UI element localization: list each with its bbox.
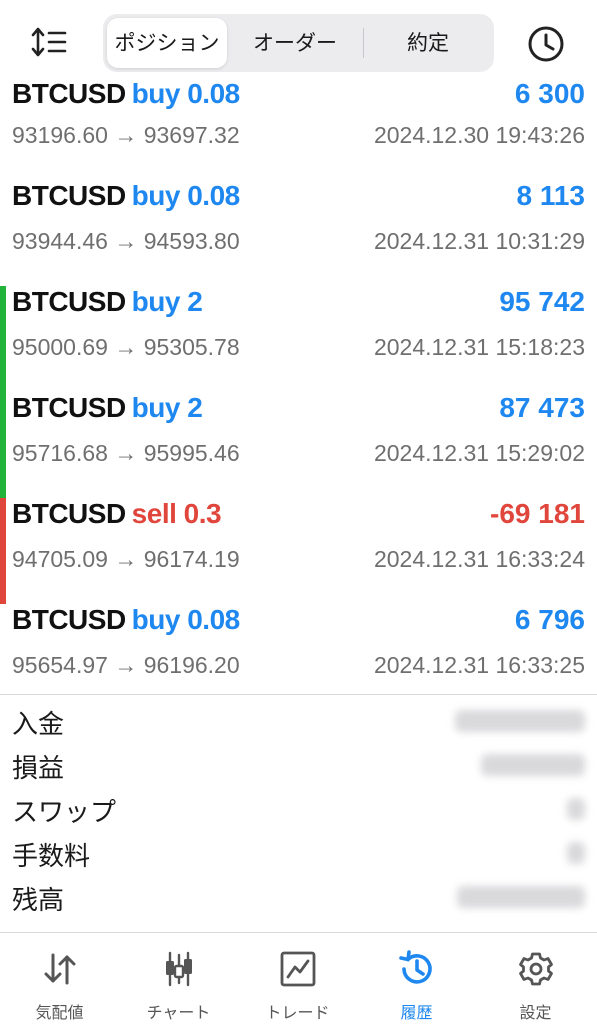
nav-label: チャート [146,1003,211,1022]
tab-divider [363,28,364,58]
redacted-value [567,842,585,864]
symbol: BTCUSD [12,392,126,423]
trade-title: BTCUSD buy 0.08 [12,78,240,110]
summary-label: 入金 [12,710,65,740]
trade-profit: 95 742 [499,286,585,317]
trade-prices: 95654.97 → 96196.20 [12,652,240,678]
trade-profit: -69 181 [490,498,585,529]
nav-label: 気配値 [35,1003,84,1022]
symbol: BTCUSD [12,604,126,635]
trade-prices: 95716.68 → 95995.46 [12,440,240,466]
trade-direction: sell 0.3 [131,498,222,529]
account-summary: 入金 損益 スワップ 手数料 残高 [0,700,597,920]
redacted-value [481,754,585,776]
trade-direction: buy 0.08 [131,180,241,211]
trade-title: BTCUSD buy 0.08 [12,180,240,212]
summary-label: スワップ [12,798,117,828]
redacted-value [567,798,585,820]
nav-label: 設定 [519,1003,552,1022]
summary-row-commission: 手数料 [0,832,597,876]
trade-title: BTCUSD sell 0.3 [12,498,222,530]
redacted-value [455,710,585,732]
trade-profit: 6 796 [514,604,585,635]
trade-time: 2024.12.30 19:43:26 [373,122,585,148]
summary-row-deposit: 入金 [0,700,597,744]
trade-direction: buy 2 [131,392,203,423]
top-bar: ポジション オーダー 約定 [0,0,597,84]
trade-row[interactable]: BTCUSD buy 2 95 742 95000.69 → 95305.78 2… [0,286,597,392]
nav-quotes[interactable]: 気配値 [0,933,119,1025]
symbol: BTCUSD [12,180,126,211]
nav-settings[interactable]: 設定 [476,933,595,1025]
quotes-arrows-icon [40,949,80,989]
symbol: BTCUSD [12,78,126,109]
buy-indicator-bar [0,392,6,498]
gear-icon [516,949,556,989]
segmented-control: ポジション オーダー 約定 [103,14,494,72]
tab-deals[interactable]: 約定 [365,18,491,68]
symbol: BTCUSD [12,286,126,317]
summary-row-balance: 残高 [0,876,597,920]
summary-label: 損益 [12,754,65,784]
summary-label: 残高 [12,886,65,916]
trade-chart-icon [278,949,318,989]
trade-time: 2024.12.31 15:29:02 [373,440,585,466]
trade-profit: 8 113 [516,180,585,211]
summary-row-swap: スワップ [0,788,597,832]
history-icon [397,949,437,989]
trade-prices: 93196.60 → 93697.32 [12,122,240,148]
tab-positions[interactable]: ポジション [107,18,227,68]
nav-trade[interactable]: トレード [238,933,357,1025]
trade-profit: 6 300 [514,78,585,109]
nav-history[interactable]: 履歴 [357,933,476,1025]
buy-indicator-bar [0,286,6,392]
divider [0,694,597,695]
trade-time: 2024.12.31 16:33:25 [373,652,585,678]
sell-indicator-bar [0,498,6,604]
summary-row-profit: 損益 [0,744,597,788]
trade-direction: buy 0.08 [131,78,241,109]
trade-profit: 87 473 [499,392,585,423]
trade-row[interactable]: BTCUSD buy 0.08 8 113 93944.46 → 94593.80… [0,180,597,286]
candlestick-icon [159,949,199,989]
trade-direction: buy 2 [131,286,203,317]
tab-orders[interactable]: オーダー [231,18,359,68]
trade-title: BTCUSD buy 2 [12,286,203,318]
trade-direction: buy 0.08 [131,604,241,635]
trade-row[interactable]: BTCUSD sell 0.3 -69 181 94705.09 → 96174.… [0,498,597,604]
summary-label: 手数料 [12,842,91,872]
nav-label: 履歴 [400,1003,433,1022]
nav-label: トレード [265,1003,330,1022]
trade-prices: 93944.46 → 94593.80 [12,228,240,254]
trade-prices: 95000.69 → 95305.78 [12,334,240,360]
trade-time: 2024.12.31 10:31:29 [373,228,585,254]
sort-icon[interactable] [30,24,70,60]
symbol: BTCUSD [12,498,126,529]
trade-time: 2024.12.31 16:33:24 [373,546,585,572]
nav-chart[interactable]: チャート [119,933,238,1025]
redacted-value [457,886,585,908]
trade-time: 2024.12.31 15:18:23 [373,334,585,360]
trade-list: BTCUSD buy 0.08 6 300 93196.60 → 93697.32… [0,78,597,710]
trade-title: BTCUSD buy 2 [12,392,203,424]
trade-row[interactable]: BTCUSD buy 2 87 473 95716.68 → 95995.46 2… [0,392,597,498]
trade-title: BTCUSD buy 0.08 [12,604,240,636]
trade-prices: 94705.09 → 96174.19 [12,546,240,572]
bottom-nav: 気配値 チャート トレード 履歴 設定 [0,932,597,1025]
trade-row[interactable]: BTCUSD buy 0.08 6 300 93196.60 → 93697.32… [0,78,597,180]
clock-icon[interactable] [526,24,566,64]
